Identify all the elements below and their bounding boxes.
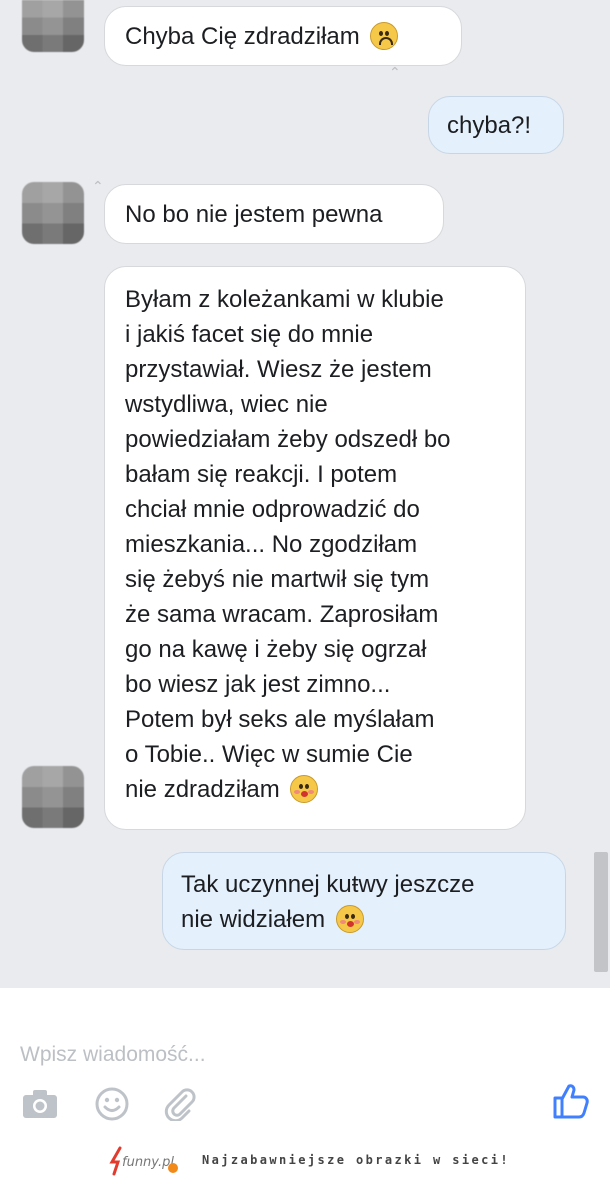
- paperclip-icon[interactable]: [160, 1084, 200, 1124]
- avatar[interactable]: [22, 0, 84, 52]
- message-line: o Tobie.. Więc w sumie Cie: [125, 741, 413, 768]
- message-line: wstydliwa, wiec nie: [125, 391, 328, 418]
- message-line: przystawiał. Wiesz że jestem: [125, 356, 432, 383]
- message-text: Chyba Cię zdradziłam: [125, 23, 360, 50]
- smiley-icon[interactable]: [92, 1084, 132, 1124]
- message-text: No bo nie jestem pewna: [125, 201, 383, 228]
- seen-indicator-icon: ⌃: [92, 178, 104, 194]
- message-bubble-outgoing: chyba?!: [428, 96, 564, 154]
- message-line: go na kawę i żeby się ogrzał: [125, 636, 427, 663]
- message-line: nie widziałem: [181, 902, 547, 937]
- message-bubble-incoming: Byłam z koleżankami w klubie i jakiś fac…: [104, 266, 526, 830]
- message-input[interactable]: [20, 1040, 560, 1070]
- message-line: chciał mnie odprowadzić do: [125, 496, 420, 523]
- kiss-face-icon: [335, 905, 364, 933]
- message-line: bałam się reakcji. I potem: [125, 461, 398, 488]
- message-line: mieszkania... No zgodziłam: [125, 531, 418, 558]
- thumbs-up-icon[interactable]: [550, 1080, 592, 1122]
- scrollbar[interactable]: [594, 852, 608, 972]
- message-bubble-incoming: Chyba Cię zdradziłam: [104, 6, 462, 66]
- message-line: bo wiesz jak jest zimno...: [125, 671, 391, 698]
- funny-logo: funny.pl: [109, 1146, 178, 1176]
- message-line: Byłam z koleżankami w klubie: [125, 286, 444, 313]
- message-line-text: nie zdradziłam: [125, 776, 280, 803]
- message-line: Potem był seks ale myślałam: [125, 706, 435, 733]
- message-bubble-incoming: No bo nie jestem pewna: [104, 184, 444, 244]
- message-line: Tak uczynnej kuŧwy jeszcze: [181, 871, 475, 898]
- message-line: nie zdradziłam: [125, 772, 505, 807]
- message-line: powiedziałam żeby odszedł bo: [125, 426, 451, 453]
- seen-indicator-icon: ⌃: [389, 64, 401, 80]
- avatar[interactable]: [22, 766, 84, 828]
- avatar[interactable]: [22, 182, 84, 244]
- footer-tagline: Najzabawniejsze obrazki w sieci!: [202, 1153, 510, 1167]
- message-text: chyba?!: [447, 112, 532, 139]
- message-line: i jakiś facet się do mnie: [125, 321, 374, 348]
- message-line: że sama wracam. Zaprosiłam: [125, 601, 439, 628]
- sad-face-icon: [370, 22, 399, 50]
- message-bubble-outgoing: Tak uczynnej kuŧwy jeszcze nie widziałem: [162, 852, 566, 950]
- kiss-face-icon: [290, 775, 319, 803]
- footer: funny.pl Najzabawniejsze obrazki w sieci…: [0, 1138, 610, 1181]
- message-line: się żebyś nie martwił się tym: [125, 566, 430, 593]
- conversation-area: Chyba Cię zdradziłam ⌃ chyba?! ⌃ No bo n…: [0, 0, 610, 988]
- logo-text: funny.pl: [122, 1155, 174, 1170]
- camera-icon[interactable]: [20, 1084, 60, 1124]
- message-line-text: nie widziałem: [181, 906, 326, 933]
